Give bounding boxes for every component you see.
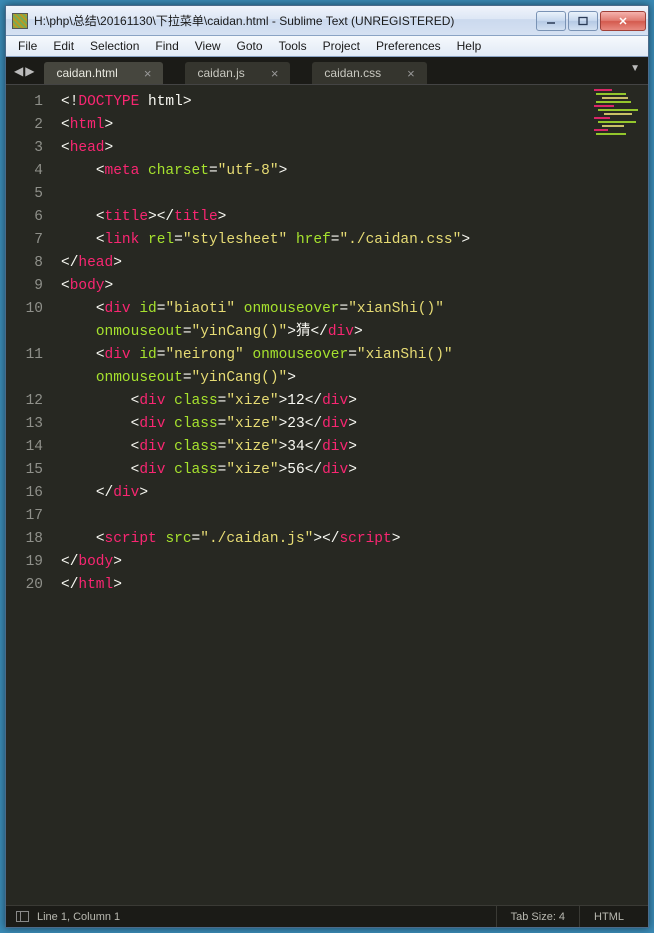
code-line[interactable]: <body>	[61, 275, 588, 298]
close-icon	[617, 16, 629, 26]
maximize-icon	[577, 16, 589, 26]
line-number: 5	[6, 183, 43, 206]
line-number: 15	[6, 459, 43, 482]
code-line[interactable]: <meta charset="utf-8">	[61, 160, 588, 183]
code-line[interactable]: <html>	[61, 114, 588, 137]
status-syntax[interactable]: HTML	[579, 906, 638, 927]
line-number: 14	[6, 436, 43, 459]
minimize-button[interactable]	[536, 11, 566, 31]
code-line[interactable]	[61, 183, 588, 206]
menu-item-edit[interactable]: Edit	[45, 37, 82, 55]
code-line[interactable]: <head>	[61, 137, 588, 160]
code-line[interactable]: <!DOCTYPE html>	[61, 91, 588, 114]
tab-label: caidan.js	[197, 66, 244, 80]
nav-back-icon[interactable]: ◀	[14, 64, 23, 78]
tab-caidan-js[interactable]: caidan.js ×	[185, 62, 290, 84]
code-line[interactable]: <div id="biaoti" onmouseover="xianShi()"	[61, 298, 588, 321]
menu-item-project[interactable]: Project	[315, 37, 368, 55]
line-number: 13	[6, 413, 43, 436]
minimize-icon	[545, 16, 557, 26]
code-line[interactable]: <div class="xize">34</div>	[61, 436, 588, 459]
code-line[interactable]: onmouseout="yinCang()">	[61, 367, 588, 390]
tab-history-nav: ◀ ▶	[14, 64, 34, 78]
status-position: Line 1, Column 1	[37, 911, 120, 923]
menu-item-help[interactable]: Help	[449, 37, 490, 55]
line-number: 4	[6, 160, 43, 183]
line-number	[6, 321, 43, 344]
line-number: 10	[6, 298, 43, 321]
line-number: 16	[6, 482, 43, 505]
menu-item-view[interactable]: View	[187, 37, 229, 55]
nav-forward-icon[interactable]: ▶	[25, 64, 34, 78]
status-tab-size[interactable]: Tab Size: 4	[496, 906, 579, 927]
line-number: 3	[6, 137, 43, 160]
line-number: 18	[6, 528, 43, 551]
window-buttons	[536, 11, 646, 31]
gutter: 1234567891011121314151617181920	[6, 85, 53, 905]
maximize-button[interactable]	[568, 11, 598, 31]
line-number: 11	[6, 344, 43, 367]
titlebar[interactable]: H:\php\总结\20161130\下拉菜单\caidan.html - Su…	[6, 6, 648, 36]
code-line[interactable]: </html>	[61, 574, 588, 597]
statusbar: Line 1, Column 1 Tab Size: 4 HTML	[6, 905, 648, 927]
line-number: 1	[6, 91, 43, 114]
menu-item-selection[interactable]: Selection	[82, 37, 147, 55]
editor[interactable]: 1234567891011121314151617181920 <!DOCTYP…	[6, 85, 648, 905]
tab-caidan-html[interactable]: caidan.html ×	[44, 62, 163, 84]
side-panel-icon[interactable]	[16, 911, 29, 922]
menu-item-file[interactable]: File	[10, 37, 45, 55]
tab-caidan-css[interactable]: caidan.css ×	[312, 62, 426, 84]
tab-close-icon[interactable]: ×	[407, 66, 415, 81]
minimap-content	[594, 89, 644, 149]
code-line[interactable]: </head>	[61, 252, 588, 275]
close-button[interactable]	[600, 11, 646, 31]
tab-close-icon[interactable]: ×	[144, 66, 152, 81]
line-number: 2	[6, 114, 43, 137]
code-line[interactable]: <div class="xize">12</div>	[61, 390, 588, 413]
menu-item-find[interactable]: Find	[147, 37, 186, 55]
code-line[interactable]: <div id="neirong" onmouseover="xianShi()…	[61, 344, 588, 367]
line-number: 20	[6, 574, 43, 597]
line-number: 17	[6, 505, 43, 528]
code-line[interactable]: <script src="./caidan.js"></script>	[61, 528, 588, 551]
tabstrip: ◀ ▶ caidan.html × caidan.js × caidan.css × ▼	[6, 57, 648, 85]
line-number: 12	[6, 390, 43, 413]
menu-item-tools[interactable]: Tools	[271, 37, 315, 55]
tab-overflow-icon[interactable]: ▼	[630, 63, 640, 74]
app-window: H:\php\总结\20161130\下拉菜单\caidan.html - Su…	[5, 5, 649, 928]
menu-item-goto[interactable]: Goto	[229, 37, 271, 55]
minimap[interactable]	[588, 85, 648, 905]
line-number: 6	[6, 206, 43, 229]
code-line[interactable]: </body>	[61, 551, 588, 574]
menu-item-preferences[interactable]: Preferences	[368, 37, 449, 55]
code-line[interactable]	[61, 505, 588, 528]
line-number: 8	[6, 252, 43, 275]
line-number	[6, 367, 43, 390]
line-number: 19	[6, 551, 43, 574]
code-line[interactable]: </div>	[61, 482, 588, 505]
window-title: H:\php\总结\20161130\下拉菜单\caidan.html - Su…	[34, 12, 536, 29]
code-area[interactable]: <!DOCTYPE html><html><head> <meta charse…	[53, 85, 588, 905]
tab-label: caidan.css	[324, 66, 381, 80]
code-line[interactable]: <link rel="stylesheet" href="./caidan.cs…	[61, 229, 588, 252]
code-line[interactable]: <div class="xize">23</div>	[61, 413, 588, 436]
code-line[interactable]: onmouseout="yinCang()">猜</div>	[61, 321, 588, 344]
menubar: FileEditSelectionFindViewGotoToolsProjec…	[6, 36, 648, 57]
code-line[interactable]: <div class="xize">56</div>	[61, 459, 588, 482]
line-number: 9	[6, 275, 43, 298]
app-icon	[12, 13, 28, 29]
code-line[interactable]: <title></title>	[61, 206, 588, 229]
line-number: 7	[6, 229, 43, 252]
tab-close-icon[interactable]: ×	[271, 66, 279, 81]
tab-label: caidan.html	[56, 66, 117, 80]
